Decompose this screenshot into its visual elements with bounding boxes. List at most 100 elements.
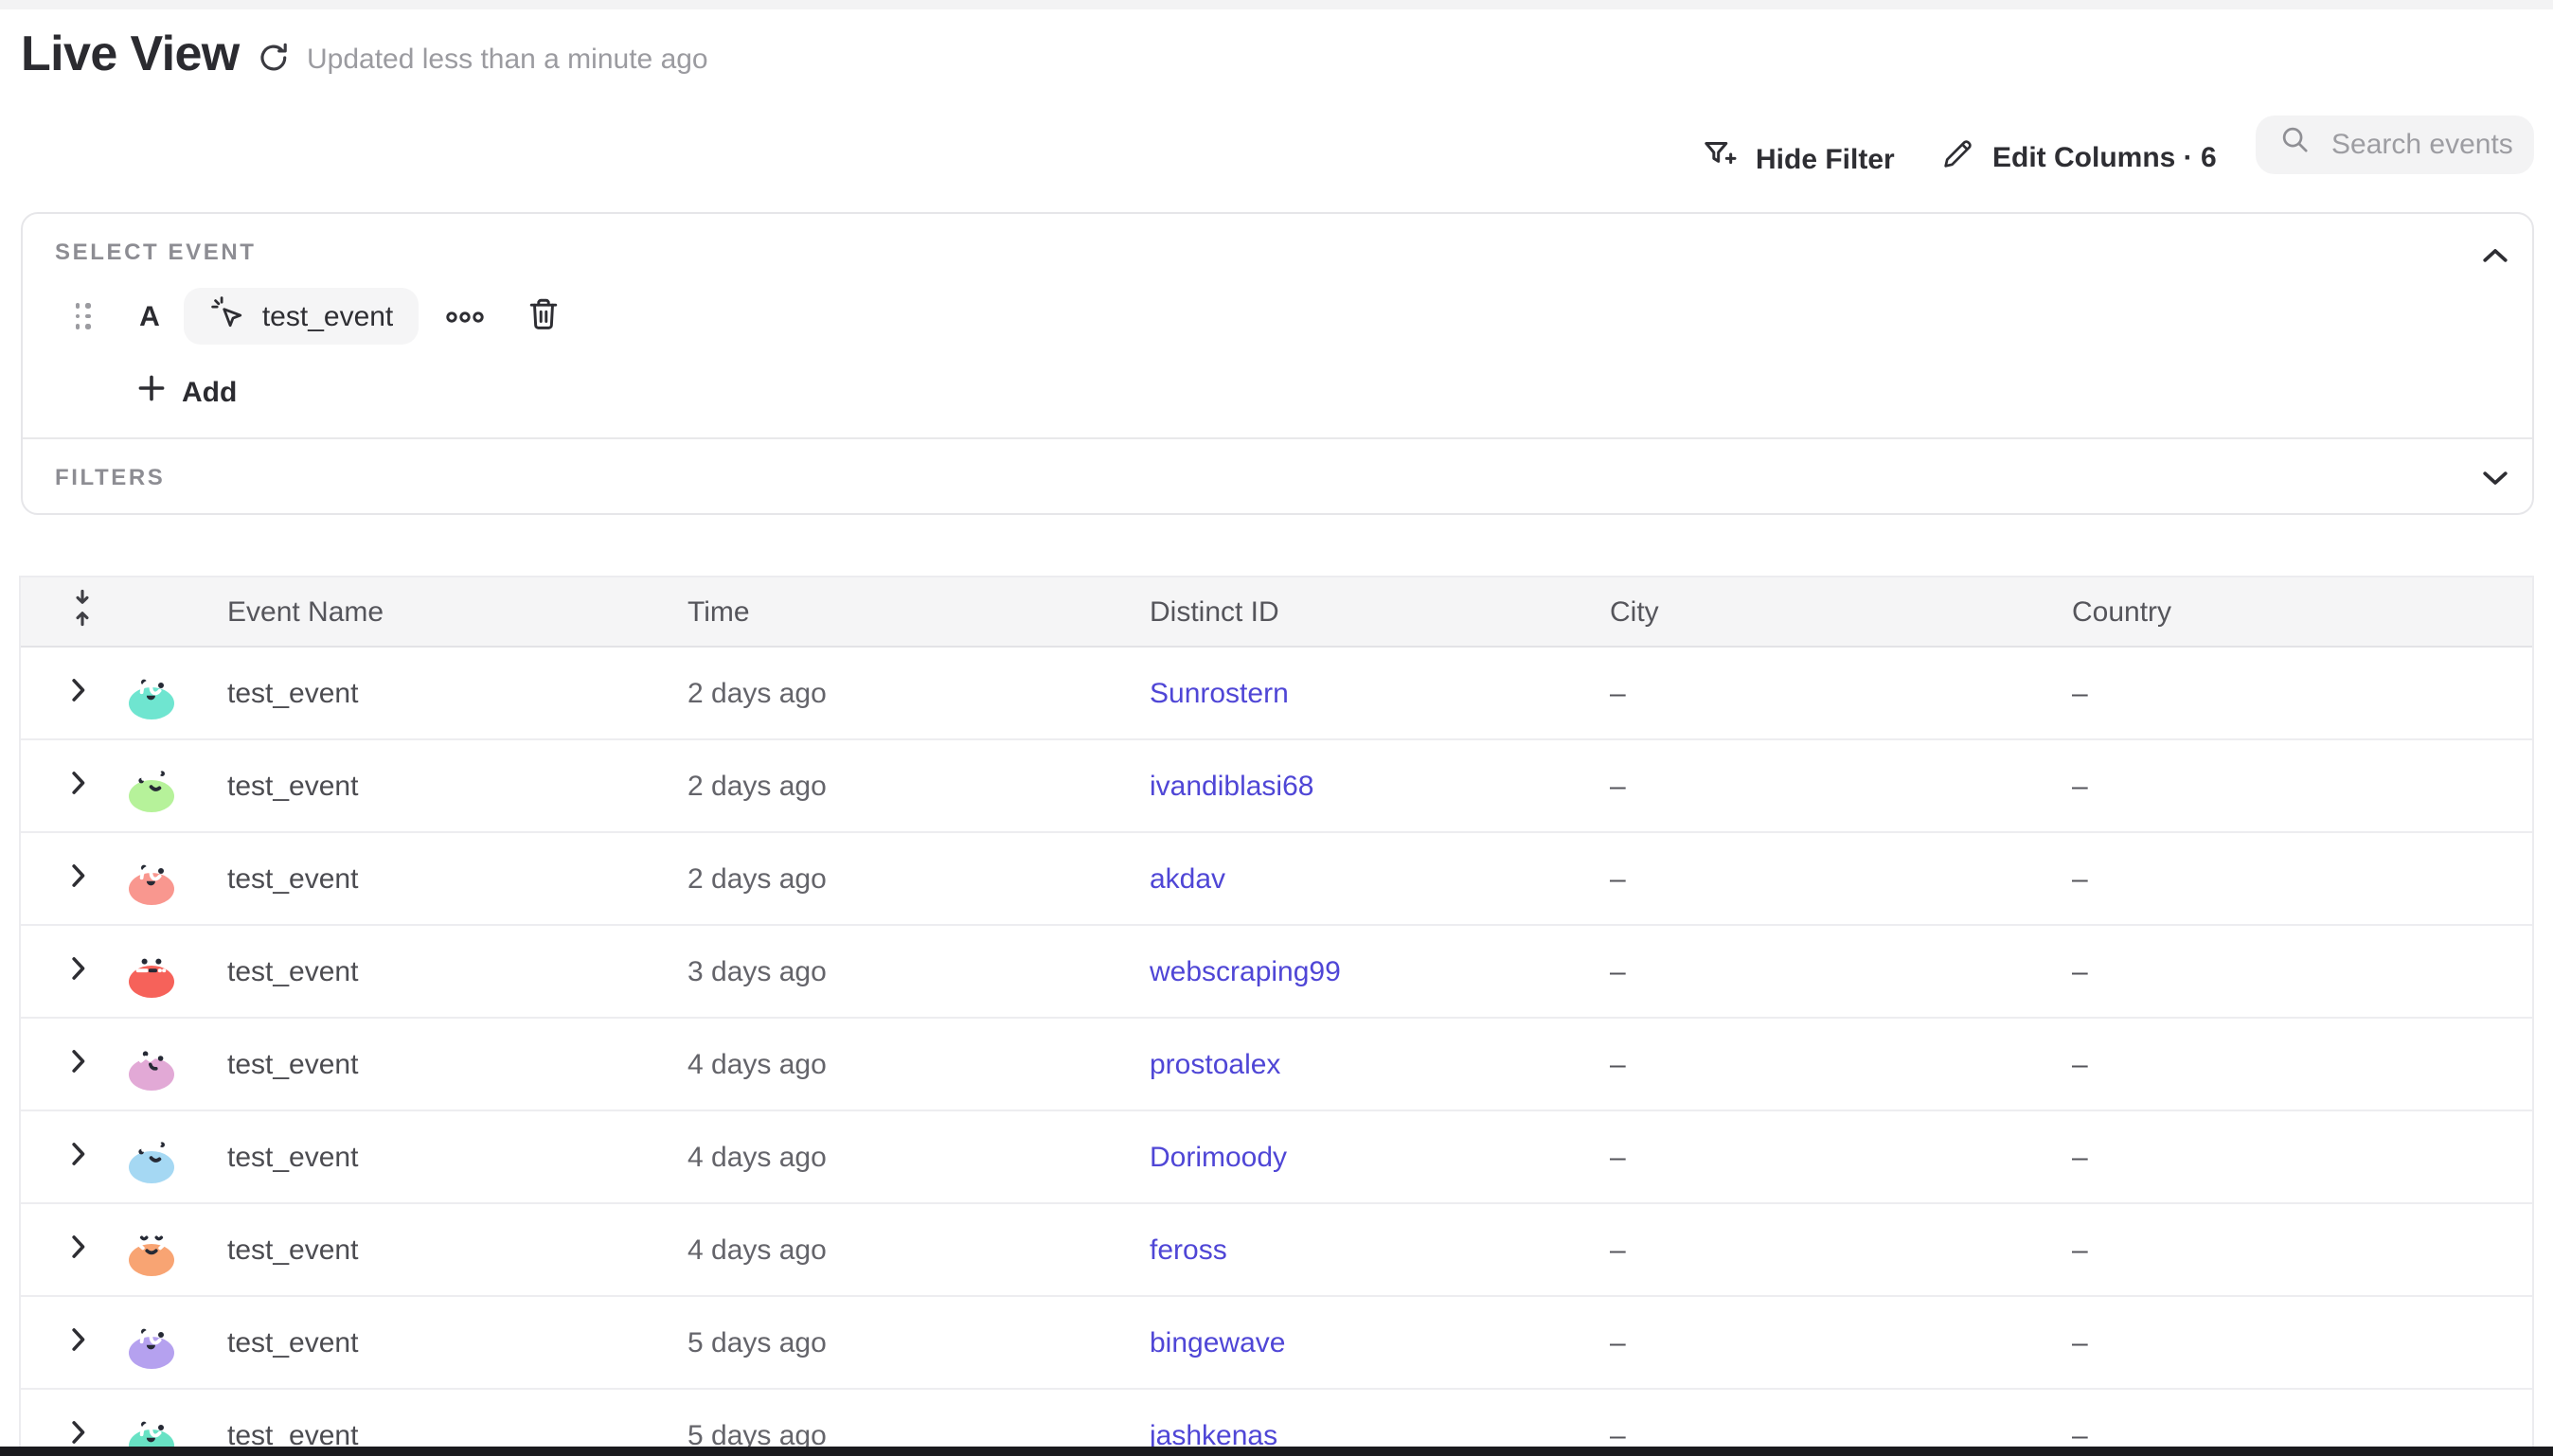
cell-country: –: [2055, 1141, 2532, 1173]
event-selector-pill[interactable]: test_event: [185, 288, 418, 345]
bottom-edge-bar: [0, 1447, 2553, 1456]
expand-row-button[interactable]: [72, 1048, 85, 1080]
distinct-id-link[interactable]: webscraping99: [1133, 955, 1593, 987]
search-events-input[interactable]: [2328, 127, 2525, 163]
pencil-icon: [1939, 136, 1975, 180]
expand-row-button[interactable]: [72, 1326, 85, 1358]
filters-section: FILTERS: [23, 437, 2532, 515]
cell-time: 2 days ago: [670, 770, 1133, 802]
table-body: test_event 2 days ago Sunrostern – – tes…: [21, 648, 2532, 1456]
cell-city: –: [1593, 1141, 2055, 1173]
top-strip: [0, 0, 2553, 9]
hide-filter-button[interactable]: Hide Filter: [1701, 136, 1895, 182]
cell-country: –: [2055, 770, 2532, 802]
refresh-icon: [255, 53, 291, 81]
distinct-id-link[interactable]: akdav: [1133, 862, 1593, 895]
distinct-id-link[interactable]: Sunrostern: [1133, 677, 1593, 709]
cell-time: 4 days ago: [670, 1141, 1133, 1173]
collapse-rows-button[interactable]: [21, 587, 112, 636]
cell-event-name: test_event: [210, 1326, 670, 1358]
cell-event-name: test_event: [210, 1234, 670, 1266]
cell-time: 5 days ago: [670, 1326, 1133, 1358]
table-row[interactable]: test_event 5 days ago bingewave – –: [21, 1297, 2532, 1390]
table-row[interactable]: test_event 4 days ago Dorimoody – –: [21, 1111, 2532, 1204]
delete-event-button[interactable]: [522, 291, 563, 342]
cell-event-name: test_event: [210, 677, 670, 709]
expand-row-button[interactable]: [72, 955, 85, 987]
plus-icon: [138, 375, 165, 409]
table-header: Event Name Time Distinct ID City Country: [21, 577, 2532, 648]
collapse-select-event-button[interactable]: [2479, 237, 2511, 273]
distinct-id-link[interactable]: feross: [1133, 1234, 1593, 1266]
avatar: [129, 1058, 174, 1091]
column-header-distinct-id: Distinct ID: [1133, 595, 1593, 628]
cell-event-name: test_event: [210, 1141, 670, 1173]
edit-columns-label: Edit Columns · 6: [1992, 142, 2217, 174]
avatar: [129, 780, 174, 812]
cell-country: –: [2055, 677, 2532, 709]
select-event-label: SELECT EVENT: [55, 239, 257, 265]
cell-event-name: test_event: [210, 955, 670, 987]
cell-time: 2 days ago: [670, 862, 1133, 895]
updated-status: Updated less than a minute ago: [307, 44, 708, 76]
table-row[interactable]: test_event 2 days ago akdav – –: [21, 833, 2532, 926]
events-table: Event Name Time Distinct ID City Country…: [19, 576, 2534, 1456]
expand-row-button[interactable]: [72, 770, 85, 802]
filter-plus-icon: [1701, 136, 1739, 182]
event-clause-row: A test_event: [23, 288, 2532, 345]
cell-city: –: [1593, 1326, 2055, 1358]
search-events-box[interactable]: [2256, 115, 2534, 174]
expand-row-button[interactable]: [72, 677, 85, 709]
collapse-vertical-icon: [70, 587, 95, 636]
event-options-button[interactable]: [440, 298, 488, 334]
cell-time: 4 days ago: [670, 1234, 1133, 1266]
table-row[interactable]: test_event 3 days ago webscraping99 – –: [21, 926, 2532, 1019]
cell-event-name: test_event: [210, 862, 670, 895]
cell-city: –: [1593, 770, 2055, 802]
expand-row-button[interactable]: [72, 862, 85, 895]
table-row[interactable]: test_event 2 days ago ivandiblasi68 – –: [21, 740, 2532, 833]
avatar: [129, 687, 174, 719]
trash-icon: [526, 294, 560, 338]
drag-handle[interactable]: [76, 303, 90, 328]
cell-city: –: [1593, 677, 2055, 709]
avatar: [129, 966, 174, 998]
edit-columns-button[interactable]: Edit Columns · 6: [1939, 136, 2217, 180]
cell-time: 4 days ago: [670, 1048, 1133, 1080]
clause-letter: A: [139, 300, 160, 332]
avatar-face: [129, 873, 174, 897]
cell-country: –: [2055, 1048, 2532, 1080]
distinct-id-link[interactable]: ivandiblasi68: [1133, 770, 1593, 802]
expand-row-button[interactable]: [72, 1141, 85, 1173]
distinct-id-link[interactable]: prostoalex: [1133, 1048, 1593, 1080]
cursor-click-icon: [211, 295, 245, 337]
cell-event-name: test_event: [210, 1048, 670, 1080]
table-row[interactable]: test_event 4 days ago prostoalex – –: [21, 1019, 2532, 1111]
add-event-button[interactable]: Add: [138, 375, 237, 409]
avatar: [129, 1244, 174, 1276]
cell-country: –: [2055, 862, 2532, 895]
cell-city: –: [1593, 1234, 2055, 1266]
avatar: [129, 1337, 174, 1369]
refresh-button[interactable]: [252, 40, 294, 81]
live-view-page: Live View Updated less than a minute ago…: [0, 0, 2553, 1456]
cell-country: –: [2055, 1234, 2532, 1266]
table-row[interactable]: test_event 4 days ago feross – –: [21, 1204, 2532, 1297]
avatar: [129, 1151, 174, 1183]
chevron-down-icon: [2483, 463, 2508, 491]
column-header-country: Country: [2055, 595, 2532, 628]
add-label: Add: [182, 376, 237, 408]
column-header-time: Time: [670, 595, 1133, 628]
search-icon: [2280, 125, 2311, 165]
chevron-up-icon: [2483, 240, 2508, 269]
distinct-id-link[interactable]: bingewave: [1133, 1326, 1593, 1358]
expand-filters-button[interactable]: [2479, 459, 2511, 495]
table-row[interactable]: test_event 2 days ago Sunrostern – –: [21, 648, 2532, 740]
selected-event-label: test_event: [262, 300, 393, 332]
avatar-face: [129, 966, 174, 990]
cell-city: –: [1593, 862, 2055, 895]
distinct-id-link[interactable]: Dorimoody: [1133, 1141, 1593, 1173]
avatar-face: [129, 1058, 174, 1083]
page-title: Live View: [21, 25, 240, 83]
expand-row-button[interactable]: [72, 1234, 85, 1266]
